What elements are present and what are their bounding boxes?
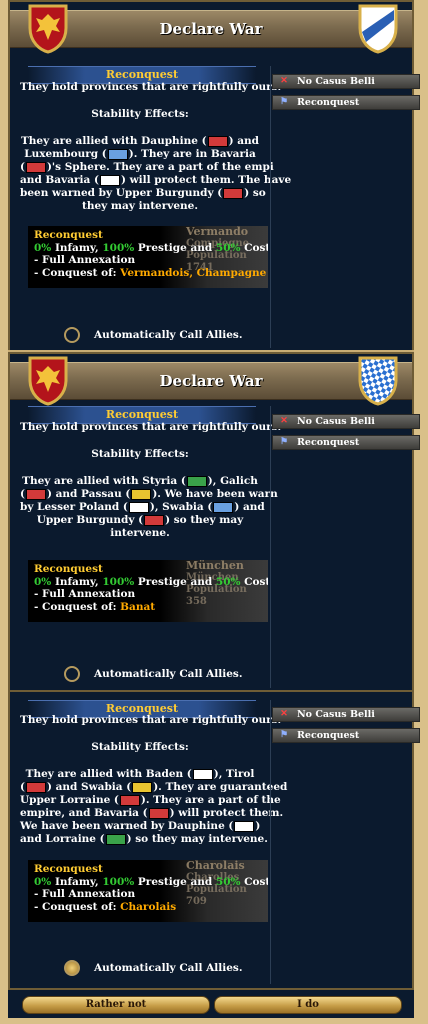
alliance-line: been warned by Upper Burgundy () so: [20, 187, 266, 199]
stability-label: Stability Effects:: [91, 448, 189, 460]
action-bar: Rather not I do: [8, 990, 414, 1018]
country-flag-icon: [25, 161, 46, 173]
country-flag-icon: [186, 475, 207, 487]
alliance-text: They are allied with Baden (), Tirol () …: [20, 768, 288, 846]
blue-diagonal-shield-icon: [356, 2, 400, 54]
cb-description: They hold provinces that are rightfully …: [20, 81, 282, 93]
dialog-title: Declare War: [10, 10, 412, 48]
country-flag-icon: [105, 833, 126, 845]
country-flag-icon: [107, 148, 128, 160]
alliance-line: They are allied with Baden (), Tirol: [25, 768, 255, 780]
info-conquest: - Conquest of: Vermandois, Champagne: [34, 266, 267, 279]
stability-label: Stability Effects:: [91, 108, 189, 120]
alliance-line: by Lesser Poland (), Swabia () and: [20, 501, 265, 513]
country-flag-icon: [131, 488, 152, 500]
country-flag-icon: [132, 781, 153, 793]
alliance-line: Luxembourg (). They are in Bavaria: [24, 148, 256, 160]
call-allies-radio[interactable]: [64, 960, 80, 976]
alliance-line: Upper Lorraine (). They are a part of th…: [20, 794, 281, 806]
alliance-line: they may intervene.: [81, 200, 199, 212]
cb-info-box: München München Population 358 Reconques…: [28, 560, 268, 622]
rather-not-button[interactable]: Rather not: [22, 996, 210, 1014]
info-conquest: - Conquest of: Banat: [34, 600, 156, 613]
call-allies-radio[interactable]: [64, 666, 80, 682]
cb-list-panel: [270, 700, 411, 984]
i-do-button[interactable]: I do: [214, 996, 402, 1014]
country-flag-icon: [234, 820, 255, 832]
alliance-line: intervene.: [110, 527, 170, 539]
call-allies-radio[interactable]: [64, 327, 80, 343]
country-flag-icon: [223, 187, 244, 199]
info-annex: - Full Annexation: [34, 888, 136, 900]
country-flag-icon: [213, 501, 234, 513]
stability-label: Stability Effects:: [91, 741, 189, 753]
info-annex: - Full Annexation: [34, 254, 136, 266]
cb-description: They hold provinces that are rightfully …: [20, 714, 282, 726]
country-flag-icon: [128, 501, 149, 513]
country-flag-icon: [25, 488, 46, 500]
country-flag-icon: [119, 794, 140, 806]
alliance-line: They are allied with Dauphine () and: [20, 135, 260, 147]
call-allies-label: Automatically Call Allies.: [94, 668, 243, 680]
info-conquest: - Conquest of: Charolais: [34, 900, 177, 913]
declare-war-dialog-2: Declare War Reconquest They hold provinc…: [8, 352, 420, 692]
alliance-line: and Bavaria () will protect them. The ha…: [20, 174, 292, 186]
country-flag-icon: [148, 807, 169, 819]
info-title: Reconquest: [34, 863, 103, 875]
alliance-line: ()'s Sphere. They are a part of the empi: [20, 161, 274, 173]
alliance-line: We have been warned by Dauphine (): [20, 820, 261, 832]
info-title: Reconquest: [34, 563, 103, 575]
alliance-line: () and Swabia (). They are guaranteed: [20, 781, 288, 793]
alliance-line: They are allied with Styria (), Galich: [22, 475, 258, 487]
info-costs: 0% Infamy, 100% Prestige and 50% Cost fo…: [34, 575, 268, 588]
alliance-line: () and Passau (). We have been warn: [20, 488, 278, 500]
dialog-title: Declare War: [10, 362, 412, 400]
country-flag-icon: [99, 174, 120, 186]
country-flag-icon: [192, 768, 213, 780]
declare-war-dialog-3: Reconquest They hold provinces that are …: [8, 692, 420, 990]
cb-list-panel: [270, 66, 411, 348]
alliance-line: and Lorraine () so they may intervene.: [20, 833, 268, 845]
country-flag-icon: [25, 781, 46, 793]
declare-war-dialog-1: Declare War Reconquest They hold provinc…: [8, 0, 420, 352]
alliance-line: Upper Burgundy () so they may: [36, 514, 244, 526]
eagle-shield-icon: [26, 2, 70, 54]
alliance-text: They are allied with Dauphine () and Lux…: [20, 135, 292, 213]
cb-info-box: Vermando Compiegne Population 1741 Recon…: [28, 226, 268, 288]
country-flag-icon: [144, 514, 165, 526]
alliance-text: They are allied with Styria (), Galich (…: [20, 475, 278, 540]
alliance-line: empire, and Bavaria () will protect them…: [20, 807, 284, 819]
call-allies-label: Automatically Call Allies.: [94, 962, 243, 974]
call-allies-label: Automatically Call Allies.: [94, 329, 243, 341]
info-costs: 0% Infamy, 100% Prestige and 50% Cost fo…: [34, 875, 268, 888]
info-annex: - Full Annexation: [34, 588, 136, 600]
country-flag-icon: [207, 135, 228, 147]
cb-list-panel: [270, 406, 411, 688]
cb-info-box: Charolais Charolles Population 709 Recon…: [28, 860, 268, 922]
bavaria-lozenge-shield-icon: [356, 354, 400, 406]
cb-description: They hold provinces that are rightfully …: [20, 421, 282, 433]
info-costs: 0% Infamy, 100% Prestige and 50% Cost fo…: [34, 241, 268, 254]
info-title: Reconquest: [34, 229, 103, 241]
eagle-shield-icon: [26, 354, 70, 406]
